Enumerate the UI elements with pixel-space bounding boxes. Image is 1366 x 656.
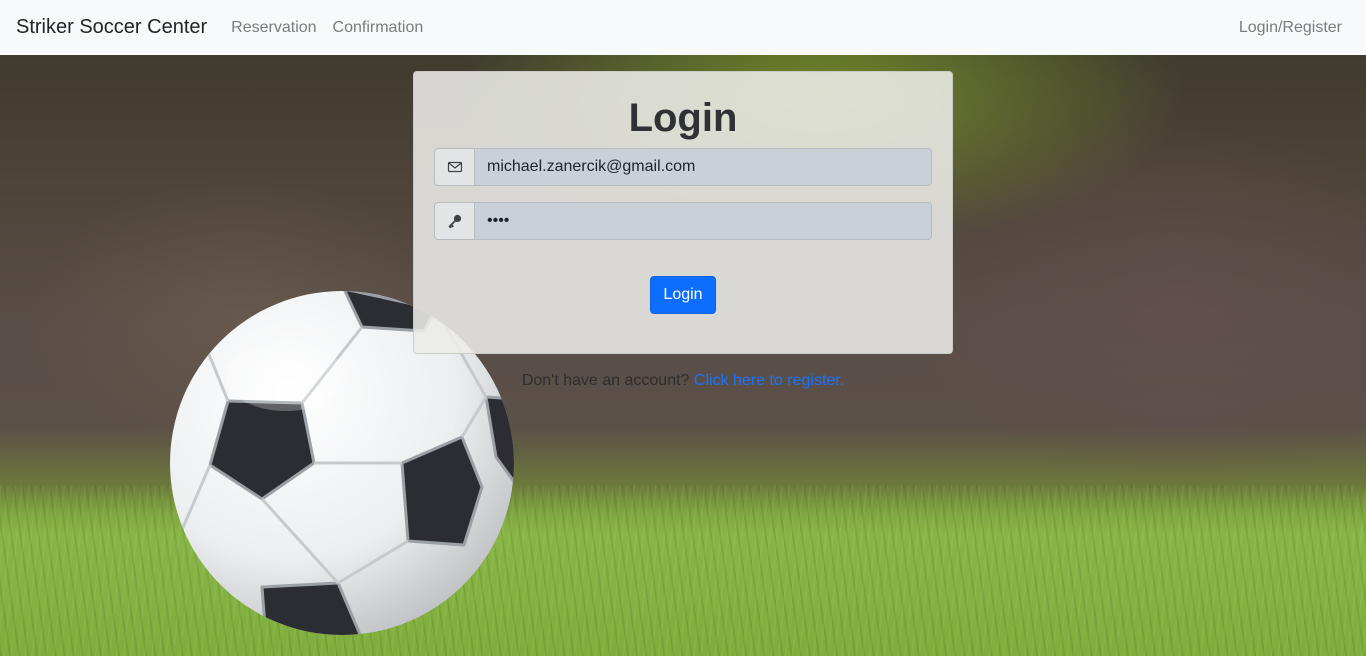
- brand-link[interactable]: Striker Soccer Center: [16, 16, 207, 39]
- login-title: Login: [628, 96, 738, 140]
- register-prompt: Don't have an account? Click here to reg…: [0, 372, 1366, 390]
- email-input-group: [434, 148, 932, 186]
- key-icon: [434, 202, 474, 240]
- key-icon-glyph: [448, 214, 461, 229]
- top-navbar: Striker Soccer Center Reservation Confir…: [0, 0, 1366, 55]
- nav-link-confirmation[interactable]: Confirmation: [333, 19, 424, 37]
- login-button[interactable]: Login: [650, 276, 716, 314]
- password-input-group: [434, 202, 932, 240]
- nav-link-login-register[interactable]: Login/Register: [1239, 19, 1342, 37]
- register-prompt-text: Don't have an account?: [521, 372, 690, 389]
- nav-link-reservation[interactable]: Reservation: [231, 19, 316, 37]
- register-link[interactable]: Click here to register.: [694, 372, 844, 389]
- email-field[interactable]: [474, 148, 932, 186]
- login-card: Login Login: [413, 71, 953, 354]
- envelope-icon: [434, 148, 474, 186]
- password-field[interactable]: [474, 202, 932, 240]
- envelope-icon-glyph: [447, 161, 462, 173]
